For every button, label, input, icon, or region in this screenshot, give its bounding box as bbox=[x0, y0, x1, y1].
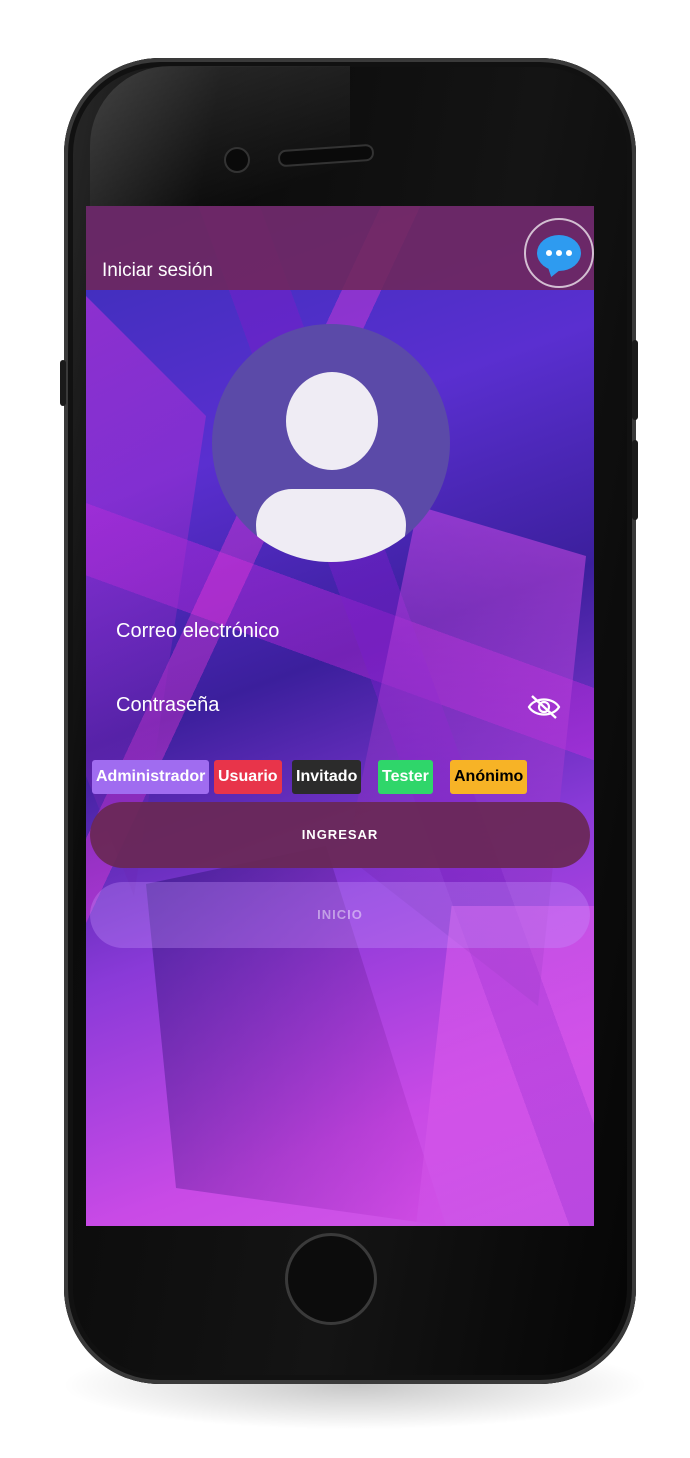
front-camera bbox=[224, 147, 250, 173]
password-field[interactable]: Contraseña bbox=[116, 694, 219, 717]
page-title: Iniciar sesión bbox=[102, 260, 213, 281]
side-switch bbox=[60, 360, 66, 406]
role-chip-invitado[interactable]: Invitado bbox=[292, 760, 362, 794]
chat-button[interactable] bbox=[524, 218, 594, 288]
chat-bubble-icon bbox=[537, 235, 581, 271]
account-circle-icon bbox=[212, 324, 450, 562]
home-button[interactable]: INICIO bbox=[90, 882, 590, 948]
avatar-head bbox=[286, 372, 378, 470]
email-field[interactable]: Correo electrónico bbox=[116, 620, 279, 643]
volume-up-button bbox=[632, 340, 638, 420]
avatar-body bbox=[256, 489, 406, 562]
role-chip-tester[interactable]: Tester bbox=[378, 760, 433, 794]
role-chips: Administrador Usuario Invitado Tester An… bbox=[92, 760, 592, 796]
role-chip-anonimo[interactable]: Anónimo bbox=[450, 760, 528, 794]
volume-down-button bbox=[632, 440, 638, 520]
eye-off-icon[interactable] bbox=[526, 694, 562, 720]
home-button-hardware bbox=[285, 1233, 377, 1325]
role-chip-administrador[interactable]: Administrador bbox=[92, 760, 210, 794]
app-screen: Iniciar sesión Correo electrónico Contra… bbox=[86, 206, 594, 1226]
app-bar: Iniciar sesión bbox=[86, 206, 594, 290]
login-button[interactable]: INGRESAR bbox=[90, 802, 590, 868]
role-chip-usuario[interactable]: Usuario bbox=[214, 760, 282, 794]
bg-shard bbox=[416, 906, 594, 1226]
